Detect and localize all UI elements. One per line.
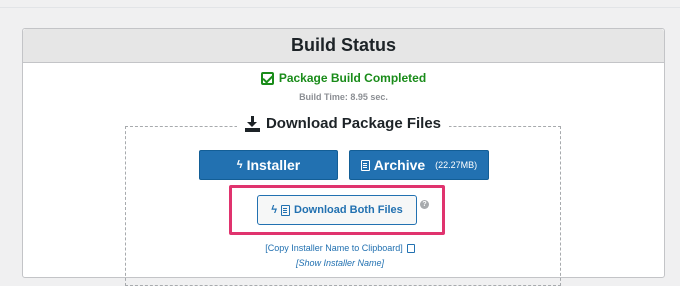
download-legend: Download Package Files <box>126 115 560 132</box>
file-archive-icon <box>281 204 291 216</box>
archive-label: Archive <box>373 157 426 173</box>
installer-button[interactable]: ϟ Installer <box>199 150 338 180</box>
installer-label: Installer <box>246 157 301 173</box>
download-both-button[interactable]: ϟ Download Both Files <box>257 195 417 225</box>
copy-link-text: [Copy Installer Name to Clipboard] <box>265 243 403 253</box>
bolt-icon: ϟ <box>236 159 243 171</box>
build-status-panel: Build Status Package Build Completed Bui… <box>22 28 665 286</box>
download-both-label: Download Both Files <box>294 204 403 216</box>
build-time: Build Time: 8.95 sec. <box>299 92 388 102</box>
file-archive-icon <box>360 159 370 171</box>
top-strip <box>0 0 680 8</box>
copy-installer-name-link[interactable]: [Copy Installer Name to Clipboard] <box>0 243 680 256</box>
panel-title: Build Status <box>290 35 396 55</box>
build-status-message: Package Build Completed <box>23 71 664 85</box>
archive-size: (22.27MB) <box>435 160 478 170</box>
bolt-icon: ϟ <box>271 204 278 216</box>
checkbox-checked-icon <box>260 71 274 85</box>
panel-header: Build Status <box>23 29 664 63</box>
archive-button[interactable]: Archive (22.27MB) <box>349 150 489 180</box>
show-installer-name-link[interactable]: [Show Installer Name] <box>0 258 680 268</box>
download-legend-text: Download Package Files <box>265 115 442 132</box>
status-text: Package Build Completed <box>278 71 427 85</box>
copy-icon <box>403 243 415 256</box>
download-icon <box>244 115 260 132</box>
question-circle-icon[interactable]: ? <box>420 200 429 209</box>
